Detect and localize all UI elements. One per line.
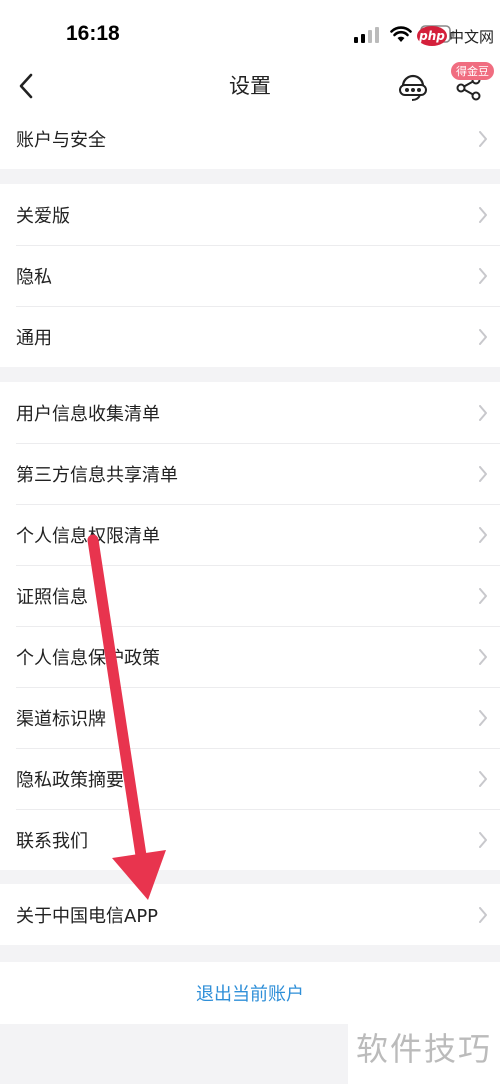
settings-item-channel-sign[interactable]: 渠道标识牌 [0, 687, 500, 748]
nav-bar: 设置 得金豆 [0, 62, 500, 108]
customer-service-icon[interactable] [398, 70, 428, 102]
settings-item-label: 隐私 [16, 266, 52, 288]
settings-item-general[interactable]: 通用 [0, 306, 500, 367]
settings-item-label: 通用 [16, 327, 52, 349]
chevron-right-icon [479, 267, 487, 284]
settings-item-permissions-list[interactable]: 个人信息权限清单 [0, 504, 500, 565]
wifi-icon [390, 26, 412, 42]
settings-group-general: 关爱版 隐私 通用 [0, 184, 500, 367]
settings-item-user-info-list[interactable]: 用户信息收集清单 [0, 382, 500, 443]
settings-item-label: 隐私政策摘要 [16, 769, 124, 791]
settings-item-contact-us[interactable]: 联系我们 [0, 809, 500, 870]
chevron-right-icon [479, 906, 487, 923]
settings-item-label: 个人信息权限清单 [16, 525, 160, 547]
settings-item-label: 用户信息收集清单 [16, 403, 160, 425]
chevron-right-icon [479, 526, 487, 543]
chevron-right-icon [479, 465, 487, 482]
settings-item-account-security[interactable]: 账户与安全 [0, 108, 500, 169]
cellular-signal-icon [354, 27, 379, 43]
chevron-right-icon [479, 770, 487, 787]
coin-badge[interactable]: 得金豆 [451, 62, 494, 80]
watermark-logo: php 中文网 [417, 24, 494, 48]
settings-item-label: 联系我们 [16, 830, 88, 852]
chevron-right-icon [479, 404, 487, 421]
settings-item-label: 个人信息保护政策 [16, 647, 160, 669]
chevron-right-icon [479, 648, 487, 665]
settings-item-label: 关于中国电信APP [16, 905, 159, 927]
settings-item-privacy-summary[interactable]: 隐私政策摘要 [0, 748, 500, 809]
settings-item-privacy[interactable]: 隐私 [0, 245, 500, 306]
status-bar: 16:18 php 中文网 [0, 0, 500, 64]
chevron-right-icon [479, 587, 487, 604]
watermark-bottom: 软件技巧 [348, 1010, 500, 1084]
settings-item-label: 第三方信息共享清单 [16, 464, 178, 486]
chevron-right-icon [479, 206, 487, 223]
chevron-right-icon [479, 831, 487, 848]
status-time: 16:18 [66, 22, 120, 45]
settings-item-label: 渠道标识牌 [16, 708, 106, 730]
settings-item-protection-policy[interactable]: 个人信息保护政策 [0, 626, 500, 687]
watermark-badge: php [417, 26, 447, 46]
settings-item-label: 证照信息 [16, 586, 88, 608]
settings-item-licenses[interactable]: 证照信息 [0, 565, 500, 626]
settings-group-about: 关于中国电信APP [0, 884, 500, 945]
chevron-right-icon [479, 328, 487, 345]
settings-item-label: 账户与安全 [16, 129, 106, 151]
watermark-text: 中文网 [449, 27, 495, 46]
chevron-right-icon [479, 709, 487, 726]
chevron-right-icon [479, 130, 487, 147]
settings-group-account: 账户与安全 [0, 108, 500, 169]
settings-item-care-mode[interactable]: 关爱版 [0, 184, 500, 245]
settings-item-label: 关爱版 [16, 205, 70, 227]
settings-group-information: 用户信息收集清单 第三方信息共享清单 个人信息权限清单 证照信息 个人信息保护政… [0, 382, 500, 870]
settings-item-about-app[interactable]: 关于中国电信APP [0, 884, 500, 945]
settings-item-third-party-sharing[interactable]: 第三方信息共享清单 [0, 443, 500, 504]
